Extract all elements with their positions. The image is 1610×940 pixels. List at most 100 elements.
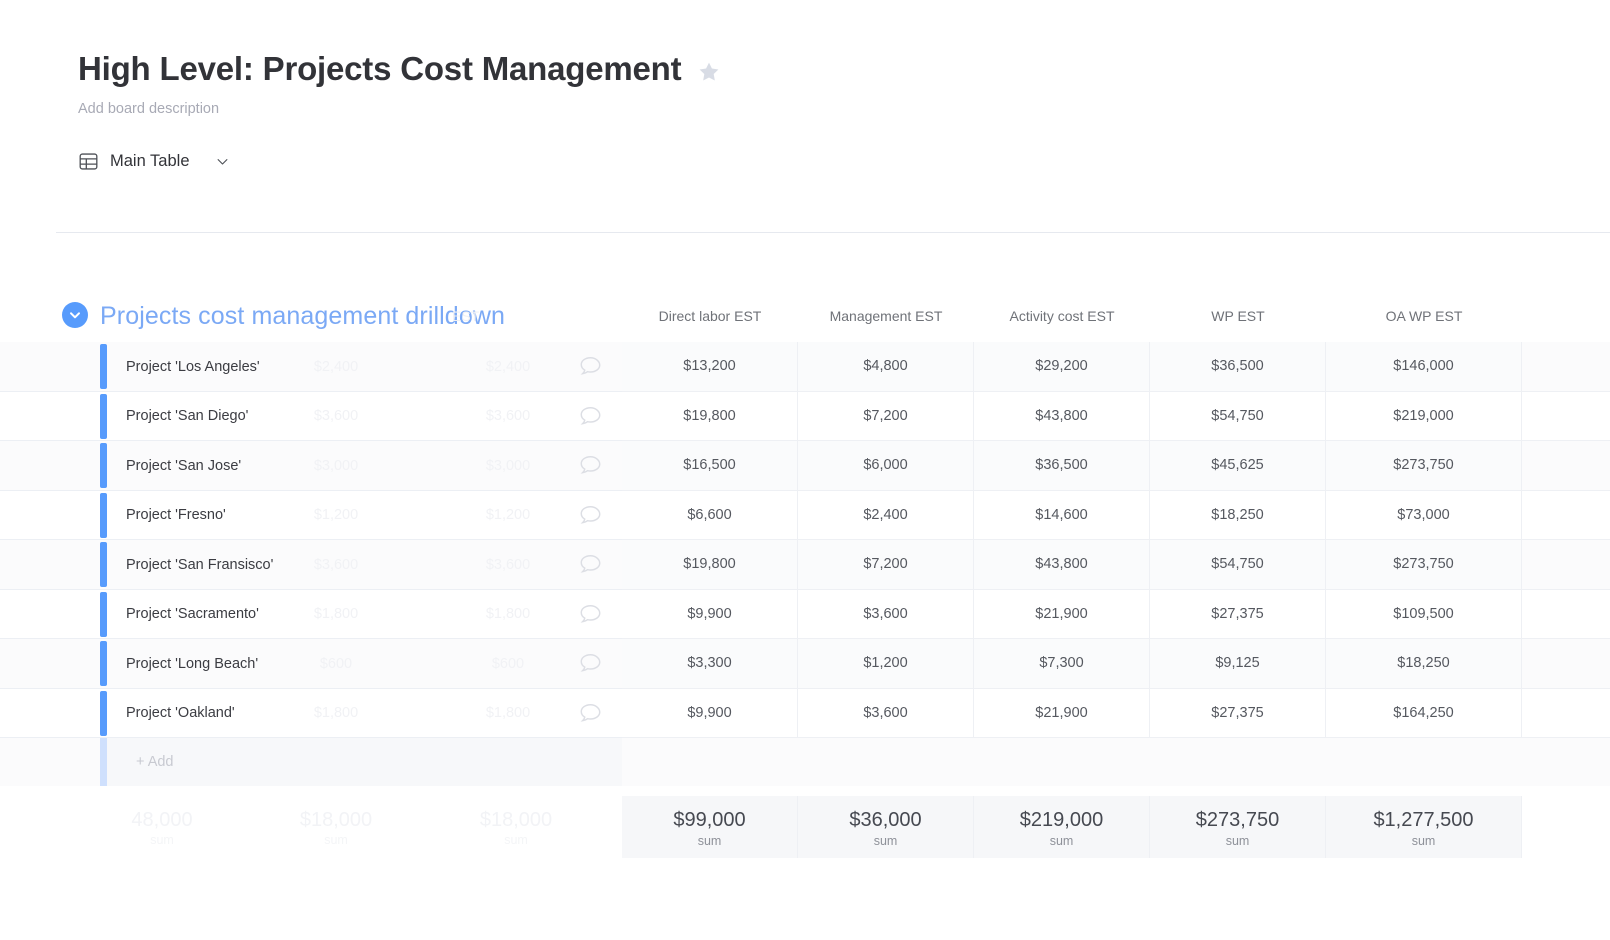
cell-activity_cost[interactable]: $43,800 — [974, 391, 1150, 440]
row-item-name[interactable]: Project 'San Diego' — [126, 392, 248, 442]
cell-oa_wp[interactable]: $219,000 — [1326, 391, 1522, 440]
cell-activity_cost[interactable]: $36,500 — [974, 441, 1150, 490]
cell-oa_wp[interactable]: $146,000 — [1326, 342, 1522, 391]
cell-direct_labor[interactable]: $13,200 — [622, 342, 798, 391]
row-item-name[interactable]: Project 'Oakland' — [126, 689, 235, 739]
row-item-name[interactable]: Project 'San Fransisco' — [126, 540, 273, 590]
tab-main-table[interactable]: Main Table — [78, 151, 230, 172]
summary-ghost-cell: $18,000 sum — [248, 796, 424, 858]
cell-oa_wp[interactable]: $18,250 — [1326, 639, 1522, 688]
summary-label: sum — [1411, 833, 1436, 848]
cell-direct_labor[interactable]: $9,900 — [622, 688, 798, 737]
cell-direct_labor[interactable]: $3,300 — [622, 639, 798, 688]
cell-direct_labor[interactable]: $19,800 — [622, 391, 798, 440]
row-color-bar — [100, 393, 107, 439]
cell-wp[interactable]: $27,375 — [1150, 688, 1326, 737]
cell-direct_labor[interactable]: $6,600 — [622, 490, 798, 539]
summary-cell-wp[interactable]: $273,750 sum — [1150, 796, 1326, 858]
cell-management[interactable]: $2,400 — [798, 490, 974, 539]
cell-wp[interactable]: $36,500 — [1150, 342, 1326, 391]
add-row[interactable]: + Add — [0, 738, 1610, 786]
group-title[interactable]: Projects cost management drilldown — [100, 294, 505, 338]
cell-oa_wp[interactable]: $109,500 — [1326, 589, 1522, 638]
cell-activity_cost[interactable]: $21,900 — [974, 688, 1150, 737]
summary-row: 48,000 sum $18,000 sum $18,000 sum $99,0… — [0, 796, 1610, 858]
star-icon[interactable] — [697, 60, 721, 84]
comment-bubble-icon[interactable] — [562, 491, 618, 541]
cell-activity_cost[interactable]: $43,800 — [974, 540, 1150, 589]
row-item-name[interactable]: Project 'San Jose' — [126, 441, 241, 491]
summary-cell-management[interactable]: $36,000 sum — [798, 796, 974, 858]
ghost-cell: $1,800 — [313, 606, 359, 623]
cell-activity_cost[interactable]: $29,200 — [974, 342, 1150, 391]
row-item-name[interactable]: Project 'Sacramento' — [126, 590, 259, 640]
cell-direct_labor[interactable]: $19,800 — [622, 540, 798, 589]
table-row-values: $13,200 $4,800 $29,200 $36,500 $146,000 — [622, 342, 1610, 392]
summary-label: sum — [1049, 833, 1074, 848]
chevron-down-circle-icon[interactable] — [62, 302, 88, 328]
board-title-row: High Level: Projects Cost Management — [78, 50, 1558, 88]
summary-cell-activity_cost[interactable]: $219,000 sum — [974, 796, 1150, 858]
cell-management[interactable]: $7,200 — [798, 391, 974, 440]
table-row-values: $6,600 $2,400 $14,600 $18,250 $73,000 — [622, 490, 1610, 540]
ghost-cell: $3,600 — [313, 556, 359, 573]
row-color-bar — [100, 443, 107, 488]
row-color-bar — [100, 690, 107, 736]
column-header-management-est[interactable]: Management EST — [798, 308, 974, 324]
view-tabs: Main Table — [78, 151, 1558, 172]
column-header-oa-wp-est[interactable]: OA WP EST — [1326, 308, 1522, 324]
summary-cell-oa_wp[interactable]: $1,277,500 sum — [1326, 796, 1522, 858]
comment-bubble-icon[interactable] — [562, 392, 618, 442]
ghost-cell: $2,400 — [313, 358, 359, 375]
cell-oa_wp[interactable]: $273,750 — [1326, 441, 1522, 490]
board-page: High Level: Projects Cost Management Add… — [0, 0, 1610, 940]
cell-activity_cost[interactable]: $7,300 — [974, 639, 1150, 688]
summary-value: $219,000 — [1019, 808, 1104, 831]
cell-management[interactable]: $1,200 — [798, 639, 974, 688]
column-header-activity-cost-est[interactable]: Activity cost EST — [974, 308, 1150, 324]
comment-bubble-icon[interactable] — [562, 540, 618, 590]
row-color-bar — [100, 641, 107, 686]
table-row-values: $19,800 $7,200 $43,800 $54,750 $219,000 — [622, 391, 1610, 441]
cell-direct_labor[interactable]: $9,900 — [622, 589, 798, 638]
board-header: High Level: Projects Cost Management Add… — [78, 50, 1558, 172]
data-grid: $13,200 $4,800 $29,200 $36,500 $146,000 $19,8… — [622, 342, 1610, 738]
cell-management[interactable]: $3,600 — [798, 589, 974, 638]
board-description[interactable]: Add board description — [78, 100, 1558, 119]
cell-oa_wp[interactable]: $164,250 — [1326, 688, 1522, 737]
chevron-down-icon[interactable] — [215, 154, 230, 169]
row-item-name[interactable]: Project 'Fresno' — [126, 491, 226, 541]
table-body: $2,400 $2,400 Project 'Los Angeles' $3,600 $… — [0, 342, 1610, 738]
comment-bubble-icon[interactable] — [562, 441, 618, 491]
cell-oa_wp[interactable]: $73,000 — [1326, 490, 1522, 539]
comment-bubble-icon[interactable] — [562, 590, 618, 640]
cell-wp[interactable]: $54,750 — [1150, 391, 1326, 440]
cell-management[interactable]: $6,000 — [798, 441, 974, 490]
cell-management[interactable]: $7,200 — [798, 540, 974, 589]
cell-management[interactable]: $3,600 — [798, 688, 974, 737]
cell-wp[interactable]: $45,625 — [1150, 441, 1326, 490]
column-header-wp-est[interactable]: WP EST — [1150, 308, 1326, 324]
cell-activity_cost[interactable]: $21,900 — [974, 589, 1150, 638]
cell-wp[interactable]: $18,250 — [1150, 490, 1326, 539]
comment-bubble-icon[interactable] — [562, 639, 618, 689]
summary-value: $99,000 — [673, 808, 746, 831]
column-header-direct-labor-est[interactable]: Direct labor EST — [622, 308, 798, 324]
row-color-bar — [100, 542, 107, 587]
cell-wp[interactable]: $54,750 — [1150, 540, 1326, 589]
summary-cell-direct_labor[interactable]: $99,000 sum — [622, 796, 798, 858]
cell-wp[interactable]: $9,125 — [1150, 639, 1326, 688]
row-item-name[interactable]: Project 'Los Angeles' — [126, 342, 260, 392]
cell-direct_labor[interactable]: $16,500 — [622, 441, 798, 490]
cell-activity_cost[interactable]: $14,600 — [974, 490, 1150, 539]
row-color-bar — [100, 344, 107, 389]
comment-bubble-icon[interactable] — [562, 342, 618, 392]
column-header-row: Direct labor EST Management EST Activity… — [622, 290, 1610, 342]
cell-wp[interactable]: $27,375 — [1150, 589, 1326, 638]
ghost-cell: $3,000 — [313, 457, 359, 474]
add-row-label[interactable]: + Add — [136, 738, 174, 786]
cell-oa_wp[interactable]: $273,750 — [1326, 540, 1522, 589]
cell-management[interactable]: $4,800 — [798, 342, 974, 391]
row-item-name[interactable]: Project 'Long Beach' — [126, 639, 258, 689]
comment-bubble-icon[interactable] — [562, 689, 618, 739]
